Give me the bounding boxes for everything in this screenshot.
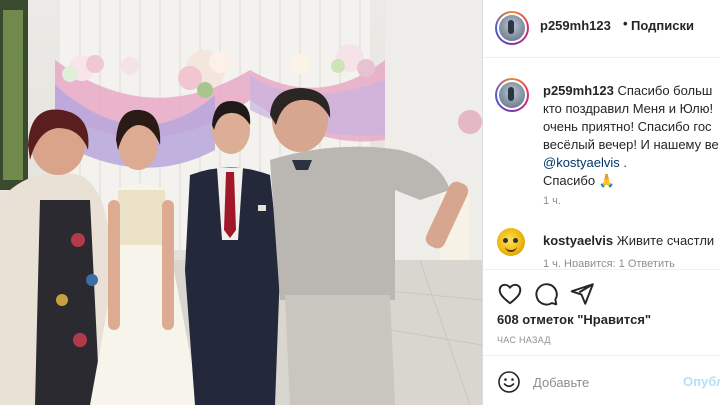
author-username[interactable]: p259mh123 bbox=[540, 18, 611, 33]
comment-username[interactable]: kostyaelvis bbox=[543, 233, 613, 248]
emoji-icon[interactable] bbox=[497, 370, 521, 394]
likes-count[interactable]: 608 отметок "Нравится" bbox=[497, 312, 651, 327]
commenter-avatar[interactable] bbox=[497, 228, 525, 256]
post-photo[interactable] bbox=[0, 0, 482, 405]
following-button[interactable]: Подписки bbox=[631, 18, 694, 33]
separator-dot: • bbox=[623, 16, 628, 31]
caption: p259mh123 Спасибо больш кто поздравил Ме… bbox=[543, 82, 720, 190]
mention-link[interactable]: @kostyaelvis . bbox=[543, 154, 720, 172]
heart-icon[interactable] bbox=[497, 281, 523, 307]
action-bar bbox=[483, 275, 720, 311]
caption-line: очень приятно! Спасибо гос bbox=[543, 119, 712, 134]
caption-line: Спасибо 🙏 bbox=[543, 173, 615, 188]
post-panel: p259mh123 • Подписки p259mh123 Спасибо б… bbox=[483, 0, 720, 405]
author-avatar[interactable] bbox=[495, 11, 529, 45]
wedding-photo-image bbox=[0, 0, 482, 405]
comment-meta[interactable]: 1 ч. Нравится: 1 Ответить bbox=[543, 258, 675, 267]
actions-separator bbox=[483, 269, 720, 270]
caption-username[interactable]: p259mh123 bbox=[543, 83, 614, 98]
publish-button[interactable]: Опубл bbox=[683, 374, 720, 389]
caption-time[interactable]: 1 ч. bbox=[543, 195, 561, 207]
post-header: p259mh123 • Подписки bbox=[483, 0, 720, 57]
caption-line: кто поздравил Меня и Юлю! bbox=[543, 101, 714, 116]
comment-input[interactable] bbox=[533, 374, 673, 390]
share-icon[interactable] bbox=[569, 281, 595, 307]
add-comment-row: Опубл bbox=[483, 355, 720, 405]
caption-line: Спасибо больш bbox=[617, 83, 713, 98]
comment: kostyaelvis Живите счастли bbox=[543, 232, 720, 250]
comment-icon[interactable] bbox=[533, 281, 559, 307]
caption-line: весёлый вечер! И нашему ве bbox=[543, 137, 719, 152]
header-separator bbox=[483, 57, 720, 58]
comment-text: Живите счастли bbox=[616, 233, 715, 248]
post-time[interactable]: ЧАС НАЗАД bbox=[497, 335, 551, 345]
caption-author-avatar[interactable] bbox=[495, 78, 529, 112]
